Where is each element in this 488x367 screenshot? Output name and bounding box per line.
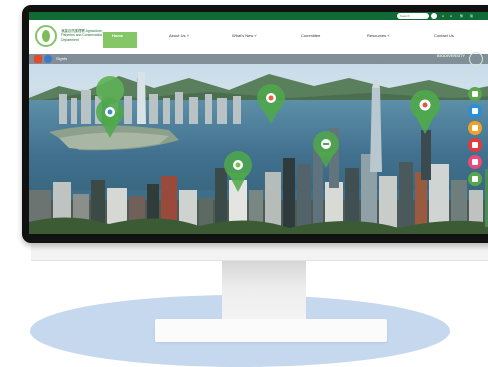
search-icon[interactable] [431,13,437,19]
stand-shadow [222,258,306,288]
monitor-base [155,319,387,342]
nav-home[interactable]: Home [112,33,123,38]
home-icon[interactable] [34,55,42,63]
chat-icon[interactable] [468,155,482,169]
globe-icon[interactable] [44,55,52,63]
nav-about-us[interactable]: About Us ˅ [169,33,189,38]
font-size-small[interactable]: A [442,14,444,18]
nav-resources[interactable]: Resources ˅ [367,33,390,38]
nav-committee[interactable]: Committee [301,33,320,38]
nav-whats-new[interactable]: What's New ˅ [232,33,257,38]
sub-header: Sights [29,54,488,64]
map-pin-2[interactable] [257,84,285,124]
search-input[interactable]: Search [397,13,429,19]
nav-bar: 漁農自然護理署 Agriculture, Fisheries and Conse… [29,20,488,54]
map-pin-4[interactable] [224,151,252,192]
bus-icon[interactable] [468,104,482,118]
map-pin-3[interactable] [313,131,339,168]
play-icon[interactable] [468,138,482,152]
logo-text[interactable]: 漁農自然護理署 Agriculture, Fisheries and Conse… [61,29,109,42]
up-arrow-icon[interactable] [468,172,482,186]
desktop-monitor: Search A A 繁 简 漁農自然護理署 Agriculture, Fish… [0,0,488,367]
nav-contact-us[interactable]: Contact Us [434,33,454,38]
map-pin-1[interactable] [96,76,125,138]
screen: Search A A 繁 简 漁農自然護理署 Agriculture, Fish… [29,12,488,234]
lang-tc[interactable]: 繁 [460,14,463,18]
leaf-icon [469,52,483,66]
map-pin-icon[interactable] [468,87,482,101]
lang-sc[interactable]: 简 [470,14,473,18]
map-pin-5[interactable] [410,90,440,134]
logo-icon[interactable] [35,25,57,47]
monitor-chin [31,240,488,261]
biodiversity-brand[interactable]: BIODIVERSITY [434,53,468,58]
search-icon[interactable] [468,121,482,135]
font-size-large[interactable]: A [450,14,452,18]
sub-header-label: Sights [56,56,68,61]
